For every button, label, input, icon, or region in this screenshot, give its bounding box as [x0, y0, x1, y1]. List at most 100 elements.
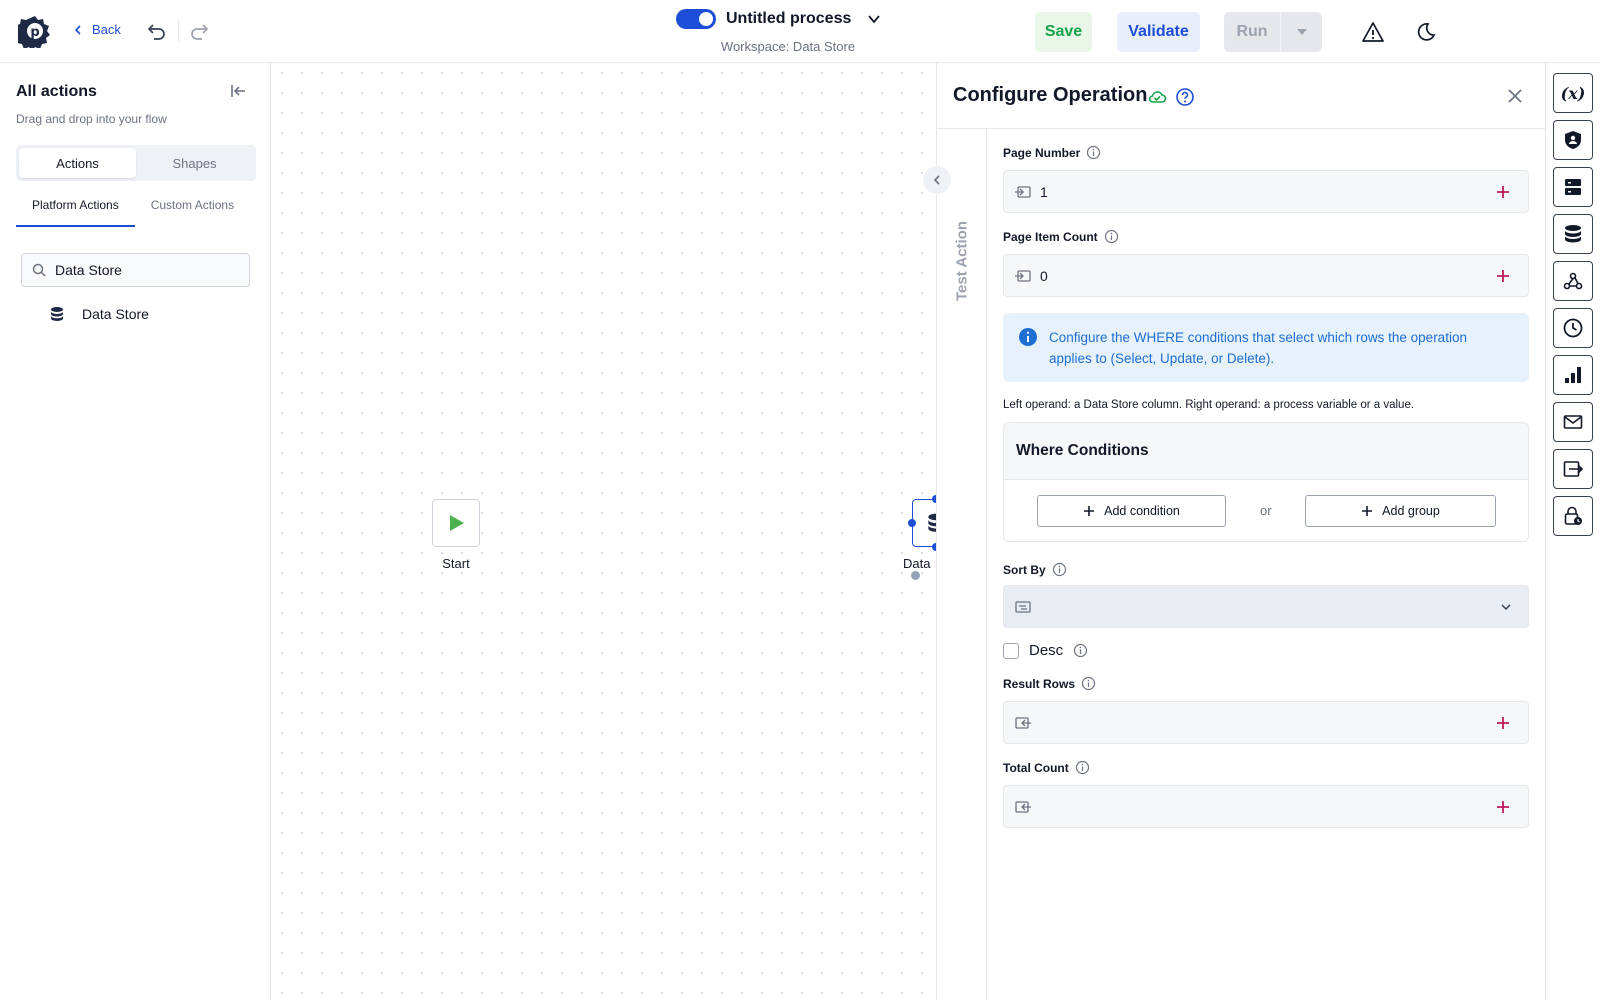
action-source-tabs: Platform Actions Custom Actions	[16, 194, 256, 227]
select-map-icon	[1015, 600, 1031, 613]
variable-icon: (x)	[1560, 83, 1586, 103]
validate-button[interactable]: Validate	[1117, 12, 1200, 52]
result-rows-label-text: Result Rows	[1003, 676, 1076, 691]
sort-by-select[interactable]	[1003, 585, 1529, 628]
search-input[interactable]	[55, 262, 235, 278]
plus-icon	[1362, 506, 1373, 516]
save-button[interactable]: Save	[1035, 12, 1092, 52]
plus-icon	[1084, 506, 1095, 516]
test-action-tab[interactable]: Test Action	[950, 219, 974, 303]
page-item-count-label: Page Item Count	[1003, 229, 1119, 244]
play-icon	[450, 515, 464, 531]
redo-icon[interactable]	[188, 20, 210, 42]
node-output-handle[interactable]	[911, 571, 920, 580]
data-store-button[interactable]	[1553, 214, 1593, 254]
page-item-count-field[interactable]: 0	[1003, 254, 1529, 297]
action-search	[21, 253, 250, 287]
info-icon[interactable]	[1052, 562, 1067, 577]
info-icon[interactable]	[1081, 676, 1096, 691]
run-button[interactable]: Run	[1224, 12, 1322, 52]
webhook-button[interactable]	[1553, 261, 1593, 301]
info-icon[interactable]	[1075, 760, 1090, 775]
add-icon[interactable]	[1494, 798, 1512, 816]
test-action-strip: Test Action	[937, 129, 987, 1000]
run-dropdown-icon[interactable]	[1281, 28, 1322, 36]
segment-shapes[interactable]: Shapes	[136, 148, 253, 178]
add-icon[interactable]	[1494, 183, 1512, 201]
help-icon[interactable]	[1175, 87, 1195, 107]
clock-icon	[1563, 318, 1583, 338]
warning-icon[interactable]	[1362, 21, 1384, 43]
process-selector[interactable]: Untitled process	[676, 9, 881, 29]
mail-button[interactable]	[1553, 402, 1593, 442]
sort-by-label-text: Sort By	[1003, 562, 1046, 577]
page-item-count-label-text: Page Item Count	[1003, 229, 1098, 244]
input-map-icon	[1015, 269, 1031, 282]
result-rows-field[interactable]	[1003, 701, 1529, 744]
add-condition-button[interactable]: Add condition	[1037, 495, 1226, 527]
actions-shapes-toggle: Actions Shapes	[16, 145, 256, 181]
tool-rail: (x)	[1545, 63, 1600, 1000]
undo-icon[interactable]	[146, 20, 168, 42]
node-handle-left[interactable]	[908, 519, 916, 527]
desc-checkbox[interactable]	[1003, 642, 1019, 659]
variables-button[interactable]: (x)	[1553, 73, 1593, 113]
security-button[interactable]	[1553, 120, 1593, 160]
svg-text:p: p	[30, 25, 39, 40]
input-map-icon	[1015, 185, 1031, 198]
tab-platform-actions[interactable]: Platform Actions	[16, 194, 135, 227]
total-count-field[interactable]	[1003, 785, 1529, 828]
chevron-left-icon	[74, 24, 81, 35]
analytics-button[interactable]	[1553, 355, 1593, 395]
search-icon	[32, 263, 46, 277]
tab-custom-actions[interactable]: Custom Actions	[135, 194, 250, 227]
page-item-count-value: 0	[1040, 267, 1048, 284]
app-logo-icon[interactable]: p	[14, 14, 52, 51]
cloud-check-icon	[1147, 87, 1167, 107]
add-group-button[interactable]: Add group	[1305, 495, 1496, 527]
process-enabled-toggle[interactable]	[676, 9, 716, 29]
config-header: Configure Operation	[937, 63, 1546, 129]
configure-operation-panel: Configure Operation Test Action Page Num…	[923, 63, 1546, 1000]
add-group-label: Add group	[1382, 504, 1440, 518]
add-icon[interactable]	[1494, 267, 1512, 285]
export-button[interactable]	[1553, 449, 1593, 489]
page-number-field[interactable]: 1	[1003, 170, 1529, 213]
collapse-panel-icon[interactable]	[229, 82, 247, 100]
database-icon	[928, 513, 936, 532]
flow-canvas[interactable]: Start Data	[272, 63, 936, 1000]
database-icon	[51, 307, 63, 321]
info-icon[interactable]	[1104, 229, 1119, 244]
segment-actions[interactable]: Actions	[19, 148, 136, 178]
back-label: Back	[92, 22, 121, 37]
shield-icon	[1565, 131, 1581, 149]
start-node-label: Start	[442, 556, 470, 571]
info-icon[interactable]	[1086, 145, 1101, 160]
actions-panel: All actions Drag and drop into your flow…	[0, 63, 271, 1000]
list-item-data-store[interactable]: Data Store	[49, 306, 149, 322]
list-item-label: Data Store	[82, 306, 149, 322]
dark-mode-icon[interactable]	[1414, 21, 1436, 43]
where-info-banner: Configure the WHERE conditions that sele…	[1003, 313, 1529, 382]
workspace-label: Workspace: Data Store	[720, 39, 856, 54]
info-icon[interactable]	[1073, 643, 1088, 658]
desc-option[interactable]: Desc	[1003, 642, 1088, 659]
server-button[interactable]	[1553, 167, 1593, 207]
back-button[interactable]: Back	[72, 22, 121, 37]
where-conditions-card: Where Conditions Add condition or Add gr…	[1003, 422, 1529, 542]
panel-subtitle: Drag and drop into your flow	[16, 112, 167, 126]
start-node[interactable]	[432, 499, 480, 547]
chevron-down-icon[interactable]	[867, 12, 881, 26]
timed-lock-button[interactable]	[1553, 496, 1593, 536]
close-icon[interactable]	[1506, 87, 1524, 105]
add-icon[interactable]	[1494, 714, 1512, 732]
process-title: Untitled process	[726, 10, 852, 27]
output-map-icon	[1015, 800, 1031, 813]
lock-clock-icon	[1564, 506, 1582, 525]
panel-title: All actions	[16, 83, 97, 100]
export-icon	[1563, 461, 1584, 477]
schedule-button[interactable]	[1553, 308, 1593, 348]
total-count-label: Total Count	[1003, 760, 1090, 775]
webhook-icon	[1563, 272, 1583, 290]
banner-text: Configure the WHERE conditions that sele…	[1049, 330, 1467, 366]
